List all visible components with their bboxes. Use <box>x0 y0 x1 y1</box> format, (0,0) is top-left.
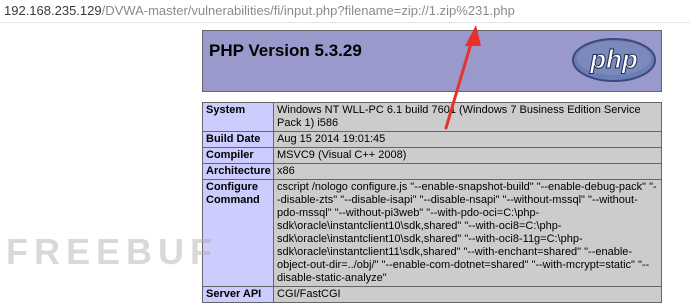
row-label-build-date: Build Date <box>202 131 274 148</box>
url-host: 192.168.235.129 <box>4 3 102 18</box>
row-label-compiler: Compiler <box>202 147 274 164</box>
table-row: Architecture x86 <box>202 163 662 180</box>
url-path: /DVWA-master/vulnerabilities/fi/input.ph… <box>101 3 515 18</box>
table-row: Build Date Aug 15 2014 19:01:45 <box>202 131 662 148</box>
row-value-architecture: x86 <box>273 163 662 180</box>
table-row: Server API CGI/FastCGI <box>202 286 662 303</box>
row-value-server-api: CGI/FastCGI <box>273 286 662 303</box>
php-logo-icon: php <box>572 38 656 82</box>
row-value-system: Windows NT WLL-PC 6.1 build 7601 (Window… <box>273 102 662 132</box>
freebuf-watermark: FREEBUF <box>6 231 218 272</box>
row-value-compiler: MSVC9 (Visual C++ 2008) <box>273 147 662 164</box>
row-label-server-api: Server API <box>202 286 274 303</box>
url-text[interactable]: 192.168.235.129/DVWA-master/vulnerabilit… <box>4 3 515 18</box>
phpinfo-header: PHP Version 5.3.29 php <box>202 30 662 92</box>
row-value-configure-command: cscript /nologo configure.js "--enable-s… <box>273 179 662 287</box>
watermark-text: FREEBUF <box>6 231 218 272</box>
table-row: System Windows NT WLL-PC 6.1 build 7601 … <box>202 102 662 132</box>
phpinfo-table: System Windows NT WLL-PC 6.1 build 7601 … <box>202 102 662 303</box>
address-bar[interactable]: 192.168.235.129/DVWA-master/vulnerabilit… <box>0 0 690 23</box>
php-logo-text: php <box>589 44 638 74</box>
row-label-system: System <box>202 102 274 132</box>
table-row: Compiler MSVC9 (Visual C++ 2008) <box>202 147 662 164</box>
table-row: Configure Command cscript /nologo config… <box>202 179 662 287</box>
row-label-architecture: Architecture <box>202 163 274 180</box>
row-value-build-date: Aug 15 2014 19:01:45 <box>273 131 662 148</box>
php-version-title: PHP Version 5.3.29 <box>209 41 362 60</box>
